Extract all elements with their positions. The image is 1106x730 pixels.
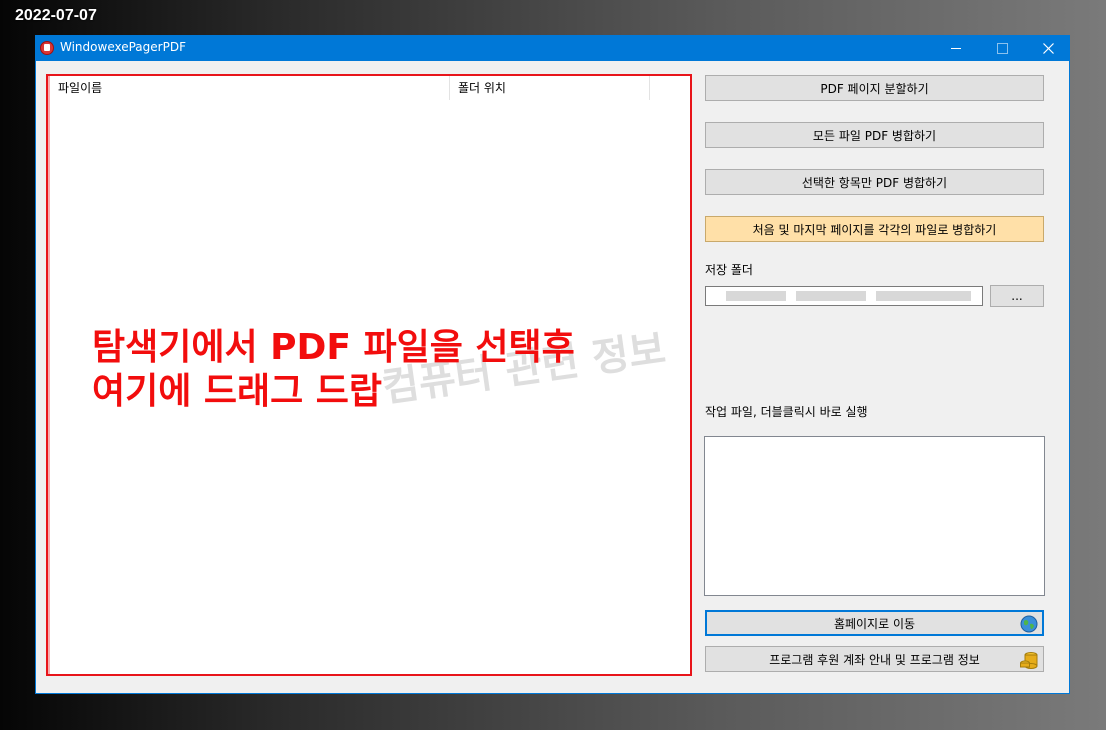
work-files-list[interactable]	[704, 436, 1045, 596]
maximize-button[interactable]	[979, 36, 1025, 61]
column-header-filename[interactable]: 파일이름	[50, 76, 450, 100]
globe-icon	[1020, 615, 1038, 633]
homepage-button[interactable]: 홈페이지로 이동	[705, 610, 1044, 636]
file-drop-list[interactable]: 파일이름 폴더 위치 컴퓨터 관련 정보 탐색기에서 PDF 파일을 선택후 여…	[46, 74, 692, 676]
close-icon	[1042, 43, 1054, 54]
list-left-border	[48, 76, 50, 674]
merge-first-last-button[interactable]: 처음 및 마지막 페이지를 각각의 파일로 병합하기	[705, 216, 1044, 242]
save-folder-input[interactable]	[705, 286, 983, 306]
donate-button-label: 프로그램 후원 계좌 안내 및 프로그램 정보	[769, 652, 980, 667]
merge-selected-button[interactable]: 선택한 항목만 PDF 병합하기	[705, 169, 1044, 195]
minimize-button[interactable]	[933, 36, 979, 61]
blurred-path	[726, 291, 786, 301]
blurred-path	[796, 291, 866, 301]
drop-hint-line-2: 여기에 드래그 드랍	[92, 371, 383, 412]
coins-icon	[1020, 652, 1038, 669]
drop-hint: 탐색기에서 PDF 파일을 선택후 여기에 드래그 드랍	[92, 326, 575, 414]
title-bar[interactable]: WindowexePagerPDF	[36, 36, 1069, 61]
drop-hint-line-1: 탐색기에서 PDF 파일을 선택후	[92, 327, 575, 368]
pdf-app-icon	[40, 41, 54, 55]
save-folder-label: 저장 폴더	[705, 263, 753, 277]
split-pdf-button[interactable]: PDF 페이지 분할하기	[705, 75, 1044, 101]
donate-info-button[interactable]: 프로그램 후원 계좌 안내 및 프로그램 정보	[705, 646, 1044, 672]
work-files-label: 작업 파일, 더블클릭시 바로 실행	[705, 405, 868, 419]
blurred-path	[876, 291, 971, 301]
maximize-icon	[996, 43, 1008, 54]
window-title: WindowexePagerPDF	[60, 40, 186, 54]
homepage-button-label: 홈페이지로 이동	[833, 616, 916, 631]
merge-all-button[interactable]: 모든 파일 PDF 병합하기	[705, 122, 1044, 148]
browse-folder-button[interactable]: ...	[990, 285, 1044, 307]
close-button[interactable]	[1025, 36, 1071, 61]
app-window: WindowexePagerPDF 파일이름 폴더 위치 컴퓨터 관련 정보 탐…	[35, 35, 1070, 694]
column-header-folder[interactable]: 폴더 위치	[450, 76, 650, 100]
minimize-icon	[951, 48, 961, 49]
date-stamp: 2022-07-07	[15, 7, 97, 24]
